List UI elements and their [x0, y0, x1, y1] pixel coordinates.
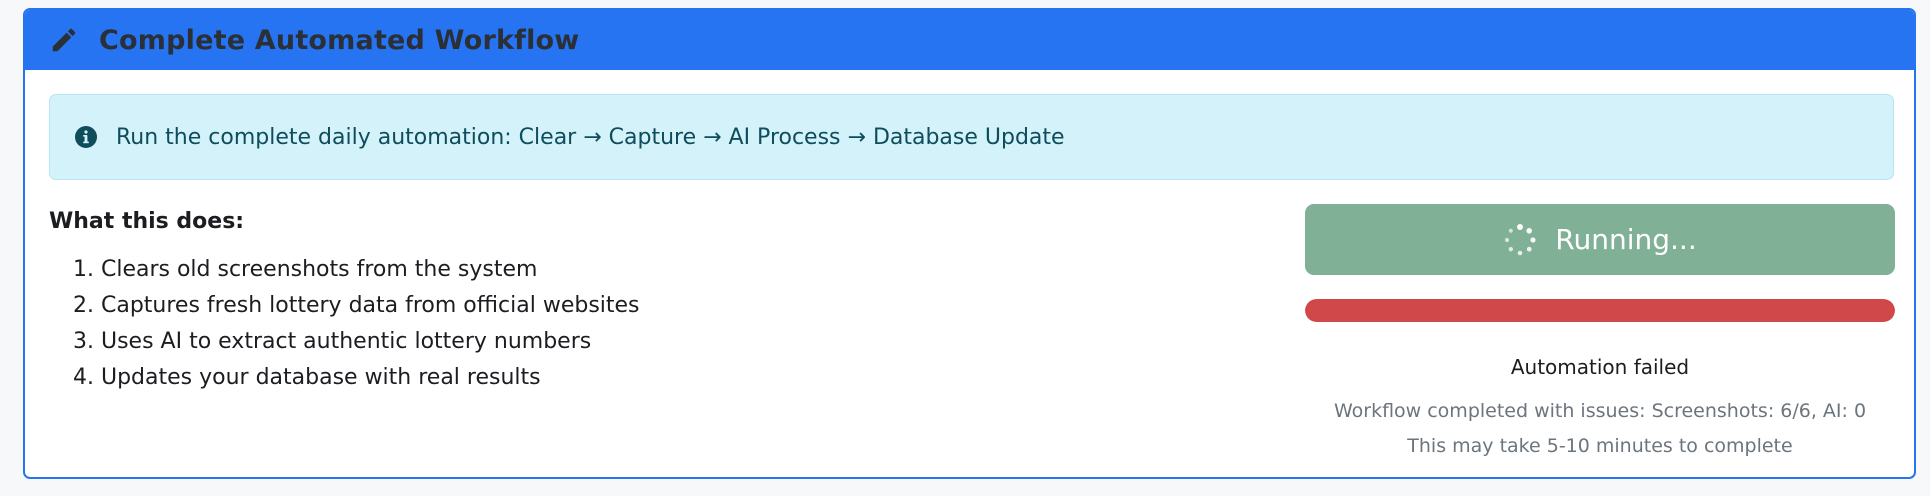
pencil-icon: [47, 23, 81, 57]
info-alert: Run the complete daily automation: Clear…: [49, 94, 1894, 180]
list-item: 4. Updates your database with real resul…: [73, 365, 541, 390]
workflow-card: Complete Automated Workflow Run the comp…: [23, 8, 1916, 479]
list-item: 3. Uses AI to extract authentic lottery …: [73, 329, 592, 354]
alert-text: Run the complete daily automation: Clear…: [116, 124, 1065, 150]
progress-fill: [1305, 299, 1895, 322]
spinner-icon: [1503, 223, 1537, 257]
run-button-label: Running...: [1555, 223, 1697, 256]
card-header: Complete Automated Workflow: [25, 10, 1914, 70]
description-section: What this does: 1. Clears old screenshot…: [49, 206, 1249, 396]
run-panel: Running... Automation failed Workflow co…: [1305, 204, 1895, 461]
info-circle-icon: [74, 125, 98, 149]
status-detail: Workflow completed with issues: Screensh…: [1333, 400, 1867, 422]
list-item: 1. Clears old screenshots from the syste…: [73, 257, 538, 282]
list-item: 2. Captures fresh lottery data from offi…: [73, 293, 640, 318]
progress-bar: [1305, 299, 1895, 322]
run-workflow-button[interactable]: Running...: [1305, 204, 1895, 275]
description-heading: What this does:: [49, 209, 245, 234]
status-note: This may take 5-10 minutes to complete: [1407, 435, 1793, 457]
steps-list: 1. Clears old screenshots from the syste…: [49, 252, 1249, 396]
card-title: Complete Automated Workflow: [99, 24, 580, 56]
status-message: Automation failed: [1510, 355, 1690, 379]
